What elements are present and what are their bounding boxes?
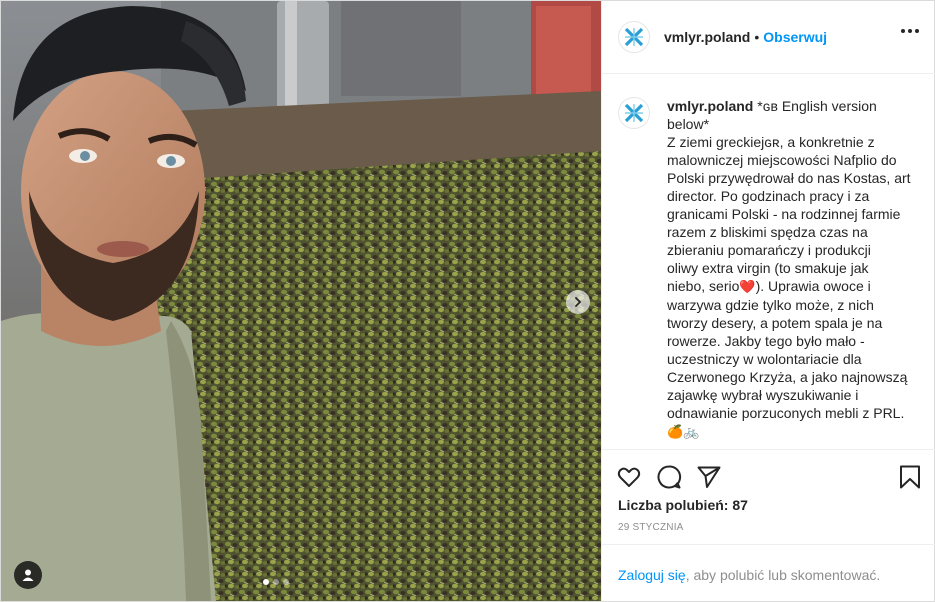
post-date[interactable]: 29 STYCZNIA xyxy=(618,522,684,533)
caption-line: ). Uprawia owoce i xyxy=(755,278,871,294)
caption-line: *ɢʙ English version xyxy=(757,98,877,114)
login-prompt: Zaloguj się, aby polubić lub skomentować… xyxy=(602,544,935,601)
caption-line: niebo, serio xyxy=(667,278,740,294)
follow-button[interactable]: Obserwuj xyxy=(763,29,827,45)
carousel-dot xyxy=(263,579,269,585)
caption-avatar[interactable] xyxy=(618,97,650,129)
carousel-next-button[interactable] xyxy=(566,290,590,314)
caption-line: below* xyxy=(667,116,710,132)
chevron-right-icon xyxy=(575,297,582,307)
caption-line: Polski przywędrował do nas Kostas, art xyxy=(667,170,911,186)
login-prompt-text: , aby polubić lub skomentować. xyxy=(685,567,881,583)
brand-logo-icon xyxy=(624,27,644,47)
brand-logo-icon xyxy=(624,103,644,123)
instagram-post: vmlyr.poland • Obserwuj vmlyr.poland *ɢʙ… xyxy=(0,0,935,602)
post-sidebar: vmlyr.poland • Obserwuj vmlyr.poland *ɢʙ… xyxy=(601,1,935,601)
caption-line: tworzy desery, a potem spala je na xyxy=(667,315,883,331)
caption-line: rowerze. Jakby tego było mało - xyxy=(667,333,865,349)
post-header: vmlyr.poland • Obserwuj xyxy=(602,1,935,74)
user-icon xyxy=(22,569,34,581)
caption-line: malowniczej miejscowości Nafplio do xyxy=(667,152,897,168)
caption-line: zajawkę wybrał wyszukiwanie i xyxy=(667,387,859,403)
more-options-button[interactable] xyxy=(901,29,919,33)
heart-icon[interactable] xyxy=(616,464,642,490)
caption-username[interactable]: vmlyr.poland xyxy=(667,98,753,114)
tagged-users-button[interactable] xyxy=(14,561,42,589)
caption-line: razem z bliskimi spędza czas na xyxy=(667,224,868,240)
caption-line: oliwy extra virgin (to smakuje jak xyxy=(667,260,869,276)
post-photo xyxy=(1,1,601,601)
more-dot xyxy=(908,29,912,33)
post-caption: vmlyr.poland *ɢʙ English version below* … xyxy=(618,97,918,441)
carousel-dot xyxy=(283,579,289,585)
caption-line: warzywa gdzie tylko może, z nich xyxy=(667,297,874,313)
caption-text: vmlyr.poland *ɢʙ English version below* … xyxy=(667,97,918,441)
caption-line: director. Po godzinach pracy i za xyxy=(667,188,870,204)
caption-line: zbieraniu pomarańczy i produkcji xyxy=(667,242,871,258)
carousel-indicator xyxy=(263,579,289,585)
header-separator: • xyxy=(754,29,760,45)
action-bar xyxy=(602,449,935,499)
login-link[interactable]: Zaloguj się xyxy=(618,567,686,583)
likes-count[interactable]: Liczba polubień: 87 xyxy=(618,497,748,513)
caption-line: Czerwonego Krzyża, a jako najnowszą xyxy=(667,369,908,385)
comment-icon[interactable] xyxy=(656,464,682,490)
caption-line: granicami Polski - na rodzinnej farmie xyxy=(667,206,901,222)
bicycle-emoji: 🚲 xyxy=(683,424,700,439)
caption-line: odnawianie porzuconych mebli z PRL. xyxy=(667,405,905,421)
post-media[interactable] xyxy=(1,1,601,601)
paper-plane-icon[interactable] xyxy=(696,464,722,490)
caption-line: Z ziemi greckiejɢʀ, a konkretnie z xyxy=(667,134,875,150)
more-dot xyxy=(901,29,905,33)
heart-emoji: ❤️ xyxy=(739,279,756,294)
carousel-dot xyxy=(273,579,279,585)
more-dot xyxy=(915,29,919,33)
header-username[interactable]: vmlyr.poland xyxy=(664,29,750,45)
orange-emoji: 🍊 xyxy=(667,424,684,439)
avatar[interactable] xyxy=(618,21,650,53)
caption-line: uczestniczy w wolontariacie dla xyxy=(667,351,862,367)
bookmark-icon[interactable] xyxy=(897,464,923,490)
